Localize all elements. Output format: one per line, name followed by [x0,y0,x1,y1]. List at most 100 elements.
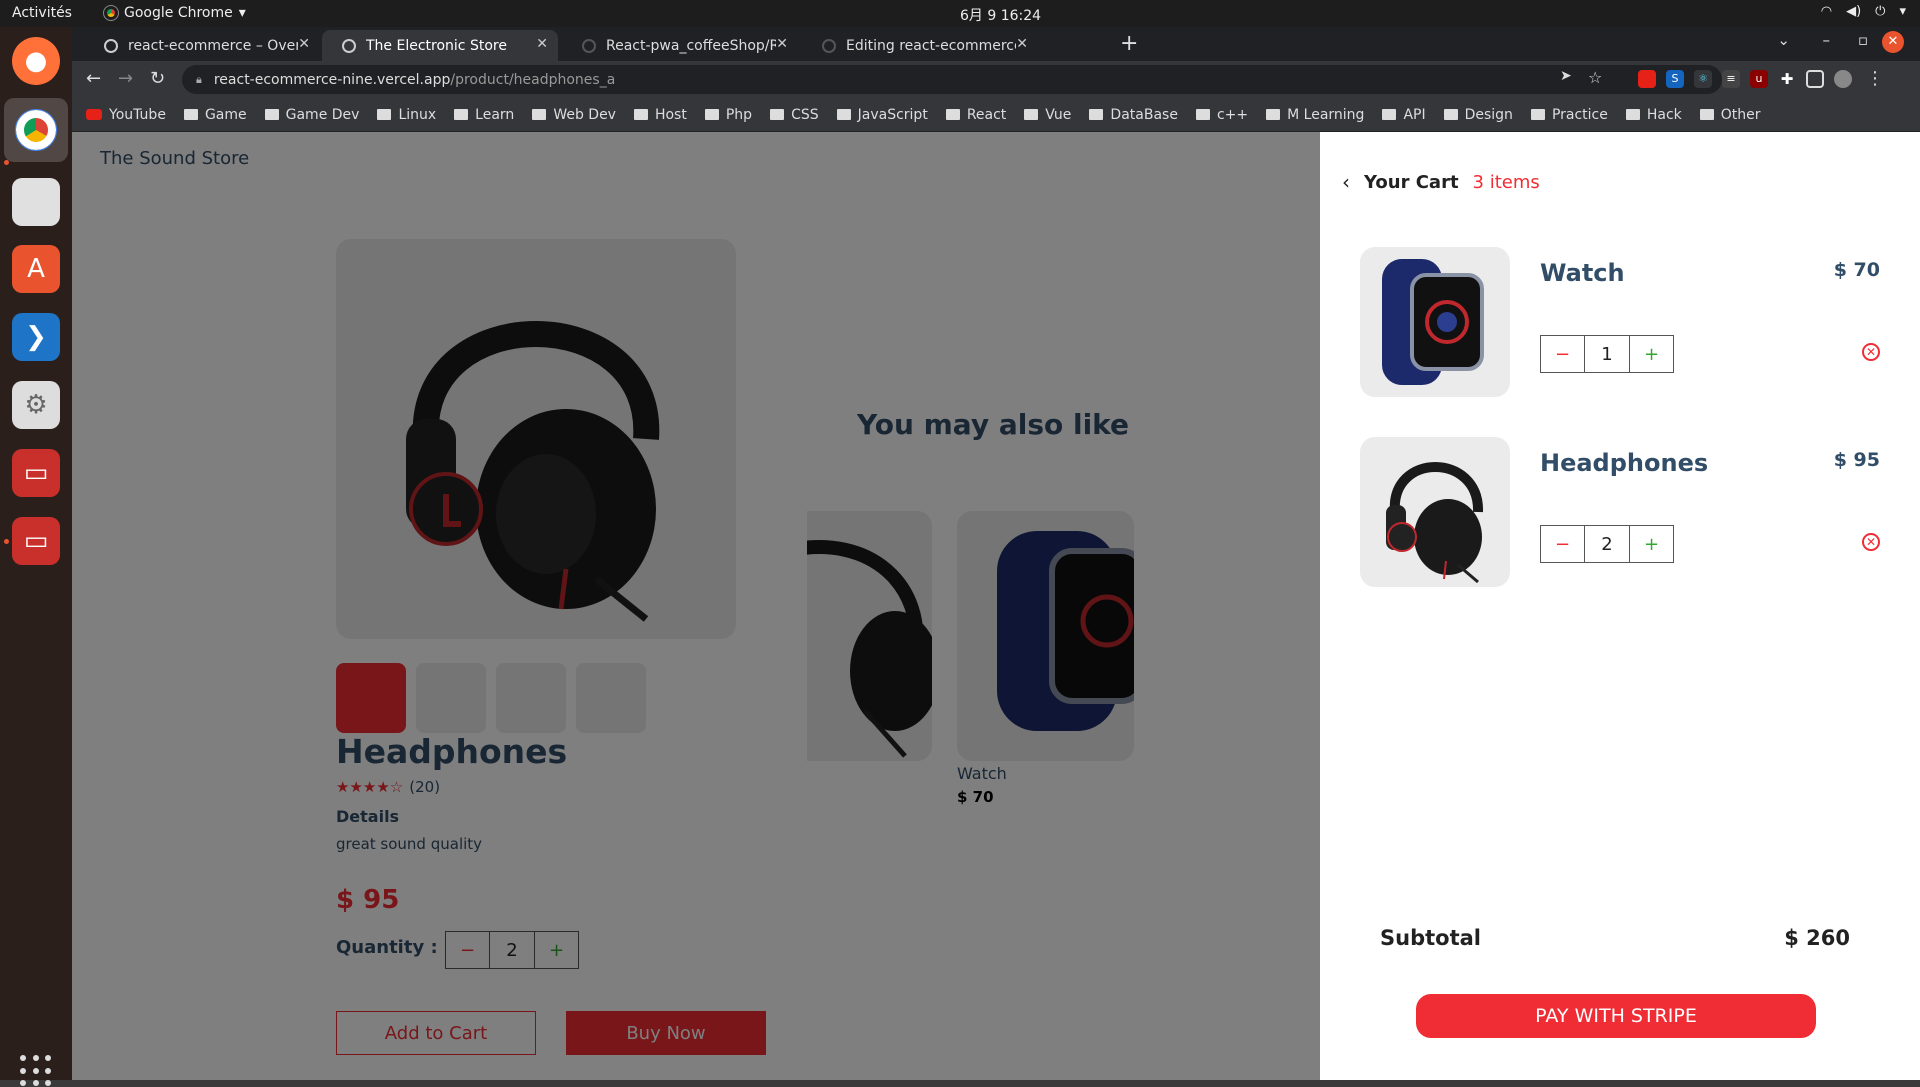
increase-button[interactable]: + [1629,336,1673,372]
reload-icon[interactable]: ↻ [150,68,165,89]
extension-icon[interactable]: ≡ [1722,70,1740,88]
bookmark-folder[interactable]: React [945,107,1006,123]
bookmark-folder[interactable]: API [1382,106,1426,123]
subtotal-value: $ 260 [1784,926,1850,950]
system-tray[interactable]: ◠ ◀) ⏻ ▾ [1821,4,1906,19]
extension-icon[interactable] [1638,70,1656,88]
folder-icon [770,109,785,120]
react-devtools-icon[interactable]: ⚛ [1694,70,1712,88]
chrome-dock-icon[interactable] [4,98,68,162]
bookmarks-bar: YouTube Game Game Dev Linux Learn Web De… [72,98,1920,132]
close-icon[interactable]: ✕ [536,36,548,52]
star-icon[interactable]: ☆ [1588,68,1602,87]
bookmark-folder[interactable]: Vue [1024,107,1071,123]
bookmark-folder[interactable]: Design [1443,107,1513,123]
bookmark-folder[interactable]: Game [183,107,247,123]
send-icon[interactable]: ➤ [1560,68,1572,84]
settings-icon[interactable]: ⚙ [12,381,60,429]
cart-item-name: Headphones [1540,449,1709,477]
remove-item-icon[interactable]: ✕ [1862,343,1880,361]
close-icon[interactable]: ✕ [1016,36,1028,52]
power-icon: ⏻ [1875,4,1886,19]
back-icon[interactable]: ← [86,68,101,89]
chevron-down-icon: ▾ [1899,4,1906,19]
bookmark-folder[interactable]: Linux [377,107,436,123]
bookmark-label: Practice [1551,106,1608,123]
minimize-button[interactable]: – [1823,31,1831,49]
tab-active[interactable]: The Electronic Store ✕ [322,30,558,61]
bookmark-folder[interactable]: M Learning [1266,107,1364,123]
close-icon[interactable]: ✕ [298,36,310,52]
files-icon[interactable] [12,178,60,226]
tab[interactable]: react-ecommerce – Overv ✕ [84,30,320,61]
folder-icon [532,109,547,120]
bookmark-folder[interactable]: Learn [454,107,514,123]
pay-with-stripe-button[interactable]: PAY WITH STRIPE [1416,994,1816,1038]
tab[interactable]: React-pwa_coffeeShop/R ✕ [562,30,798,61]
activities-button[interactable]: Activités [12,5,72,21]
folder-icon [264,109,279,120]
close-icon[interactable]: ✕ [776,36,788,52]
cart-item: Headphones $ 95 − 2 + ✕ [1360,437,1880,587]
folder-icon [1443,109,1458,120]
decrease-button[interactable]: − [1541,336,1585,372]
bookmark-folder[interactable]: DataBase [1089,107,1178,123]
cart-header[interactable]: ‹ Your Cart 3 items [1342,170,1540,194]
bookmark-folder[interactable]: Php [704,107,752,123]
folder-icon [454,109,469,120]
subtotal-label: Subtotal [1380,926,1481,950]
increase-button[interactable]: + [1629,526,1673,562]
terminal-icon[interactable]: ▭ [12,449,60,497]
bookmark-label: DataBase [1110,106,1178,123]
bookmark-folder[interactable]: Web Dev [532,107,616,123]
software-center-icon[interactable]: A [12,245,60,293]
bookmark-youtube[interactable]: YouTube [86,107,166,123]
folder-icon [1699,109,1714,120]
decrease-button[interactable]: − [1541,526,1585,562]
globe-icon [342,38,356,53]
bookmark-folder[interactable]: JavaScript [836,107,928,123]
restore-button[interactable]: ▫ [1858,31,1868,49]
bookmark-label: API [1403,106,1426,123]
folder-icon [836,109,851,120]
folder-icon [704,109,719,120]
forward-icon[interactable]: → [118,68,133,89]
remove-item-icon[interactable]: ✕ [1862,533,1880,551]
bookmark-label: Other [1720,106,1761,123]
avatar[interactable] [1834,70,1852,88]
extension-icon[interactable]: S [1666,70,1684,88]
bookmark-folder[interactable]: Game Dev [264,107,359,123]
bookmark-folder[interactable]: Host [633,107,687,123]
bookmark-folder[interactable]: Other [1699,106,1761,123]
bookmark-label: M Learning [1287,106,1365,123]
bookmark-folder[interactable]: c++ [1195,107,1248,123]
bookmark-folder[interactable]: Practice [1530,106,1608,123]
system-top-bar: Activités Google Chrome ▾ 6月 9 16:24 ◠ ◀… [0,0,1920,27]
terminal-icon[interactable]: ▭ [12,517,60,565]
chevron-left-icon[interactable]: ‹ [1342,170,1350,194]
cart-backdrop[interactable] [72,132,1320,1080]
bookmark-label: Vue [1045,106,1072,123]
ublock-icon[interactable]: u [1750,70,1768,88]
vscode-icon[interactable]: ❯ [12,313,60,361]
app-menu[interactable]: Google Chrome ▾ [103,5,246,21]
folder-icon [1530,109,1545,120]
dock: ● A ❯ ⚙ ▭ ▭ [0,27,72,1087]
close-window-button[interactable]: ✕ [1882,31,1904,53]
cart-count: 3 items [1472,171,1540,193]
new-tab-button[interactable]: + [1120,31,1138,56]
menu-icon[interactable]: ⋮ [1866,68,1884,89]
tab-strip: react-ecommerce – Overv ✕ The Electronic… [72,27,1920,61]
bookmark-folder[interactable]: Hack [1625,107,1682,123]
firefox-icon[interactable]: ● [12,37,60,85]
puzzle-icon[interactable]: ✚ [1778,70,1796,88]
address-bar[interactable]: 🔒︎ react-ecommerce-nine.vercel.app/produ… [182,65,1722,94]
folder-icon [1195,109,1210,120]
tab-search-icon[interactable]: ⌄ [1777,31,1790,49]
side-panel-icon[interactable] [1806,70,1824,88]
clock[interactable]: 6月 9 16:24 [960,5,1041,25]
folder-icon [945,109,960,120]
tab[interactable]: Editing react-ecommerce/ ✕ [802,30,1038,61]
bookmark-folder[interactable]: CSS [770,107,819,123]
show-apps-icon[interactable] [20,1055,52,1087]
